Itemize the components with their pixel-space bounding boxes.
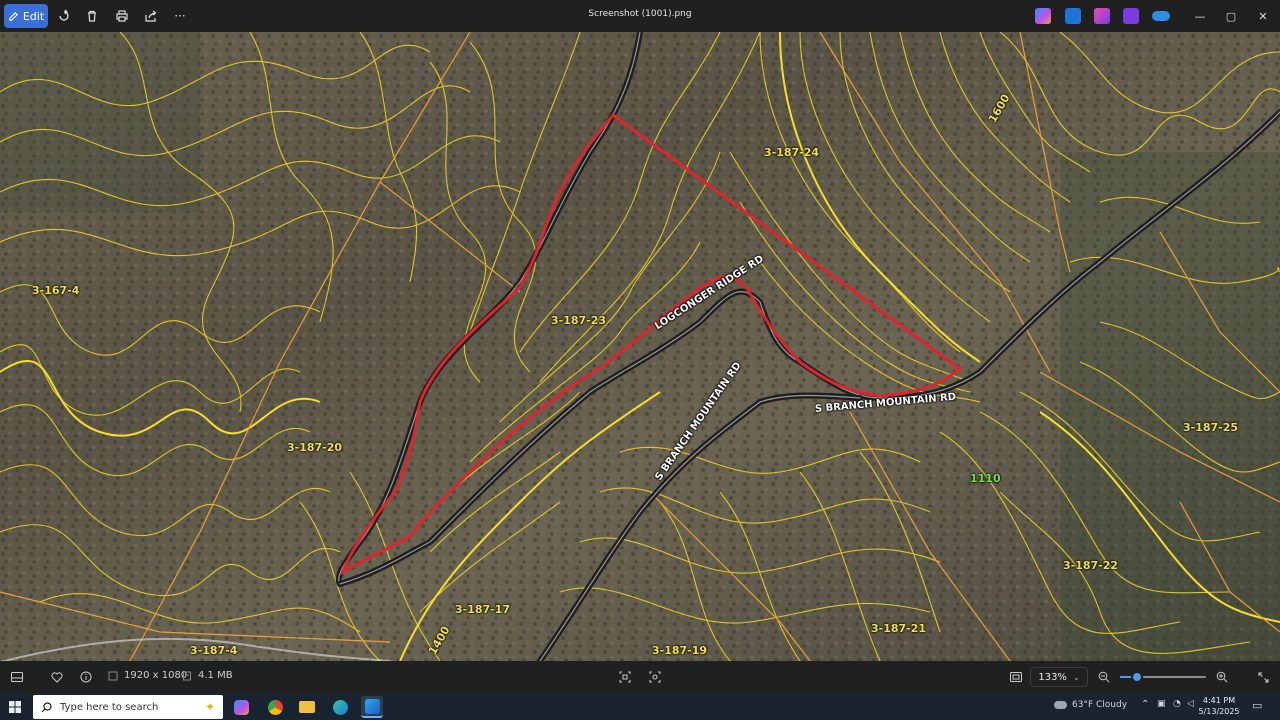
start-button[interactable] — [4, 697, 26, 717]
designer-icon[interactable] — [1094, 8, 1110, 24]
file-info-button[interactable] — [78, 669, 94, 685]
dimensions-value: 1920 x 1080 — [124, 670, 188, 681]
clock-date: 5/13/2025 — [1198, 707, 1240, 716]
close-button[interactable]: ✕ — [1252, 6, 1274, 26]
zoom-in-button[interactable] — [1214, 669, 1230, 685]
rotate-icon — [59, 9, 69, 21]
parcel-label: 3-187-17 — [455, 603, 511, 616]
parcel-label: 3-187-22 — [1063, 559, 1119, 572]
more-options-button[interactable]: ··· — [170, 6, 190, 26]
rotate-button[interactable] — [54, 6, 74, 26]
clock-time: 4:41 PM — [1202, 696, 1236, 705]
meet-now-icon[interactable]: ▣ — [1157, 699, 1166, 709]
taskbar-chrome[interactable] — [264, 696, 286, 718]
network-icon[interactable]: ◔ — [1173, 699, 1181, 709]
edit-icon — [9, 11, 18, 21]
zoom-slider-thumb[interactable] — [1131, 671, 1144, 683]
zoom-level-dropdown[interactable]: 133% ⌄ — [1030, 667, 1088, 687]
taskbar-file-explorer[interactable] — [296, 696, 318, 718]
title-bar: Edit ··· Screenshot (1001).png — ▢ ✕ — [0, 0, 1280, 32]
maximize-button[interactable]: ▢ — [1220, 6, 1242, 26]
taskbar-photos[interactable] — [361, 696, 383, 718]
zoom-out-icon — [1098, 671, 1110, 683]
filmstrip-toggle-button[interactable] — [9, 669, 25, 685]
image-dimensions: 1920 x 1080 — [108, 670, 187, 681]
edit-button[interactable]: Edit — [4, 4, 48, 28]
share-button[interactable] — [141, 6, 161, 26]
photos-icon — [364, 698, 380, 714]
share-icon — [145, 10, 157, 22]
edge-icon — [332, 699, 348, 715]
spot-elevation-label: 1110 — [970, 472, 1001, 485]
weather-text: 63°F Cloudy — [1072, 700, 1128, 710]
photoshop-express-icon[interactable] — [1065, 8, 1081, 24]
folder-icon — [299, 701, 315, 713]
crop-icon — [619, 671, 631, 683]
evergreen-area — [1060, 152, 1280, 661]
cloudy-icon — [1054, 701, 1067, 709]
info-icon — [80, 671, 92, 683]
expand-icon — [1258, 672, 1268, 682]
file-size-value: 4.1 MB — [198, 670, 233, 681]
status-bar: 1920 x 1080 4.1 MB 133% ⌄ — [0, 661, 1280, 693]
zoom-slider[interactable] — [1120, 671, 1206, 683]
minimize-button[interactable]: — — [1189, 6, 1211, 26]
file-size-icon — [183, 671, 191, 680]
copilot-icon[interactable] — [1035, 8, 1051, 24]
search-highlight-icon: ✦ — [204, 700, 215, 714]
dimensions-icon — [108, 671, 118, 680]
taskbar-copilot[interactable] — [230, 696, 252, 718]
taskbar-edge[interactable] — [329, 696, 351, 718]
parcel-label: 3-187-21 — [871, 622, 927, 635]
parcel-label: 3-187-25 — [1183, 421, 1239, 434]
parcel-label: 3-187-19 — [652, 644, 708, 657]
windows-logo-icon — [9, 701, 21, 713]
full-screen-button[interactable] — [1255, 669, 1271, 685]
zoom-out-button[interactable] — [1096, 669, 1112, 685]
print-button[interactable] — [112, 6, 132, 26]
delete-button[interactable] — [82, 6, 102, 26]
taskbar-clock[interactable]: 4:41 PM 5/13/2025 — [1196, 695, 1242, 717]
windows-taskbar: Type here to search ✦ 63°F Cloudy ⌃ ▣ ◔ … — [0, 693, 1280, 720]
clipchamp-icon[interactable] — [1123, 8, 1139, 24]
visual-search-button[interactable] — [647, 669, 663, 685]
printer-icon — [116, 10, 128, 22]
visual-search-icon — [649, 671, 661, 683]
weather-widget[interactable]: 63°F Cloudy — [1054, 700, 1127, 710]
photos-app-window: Edit ··· Screenshot (1001).png — ▢ ✕ 3-1… — [0, 0, 1280, 720]
volume-icon[interactable]: ◁ — [1187, 699, 1194, 709]
copilot-icon — [233, 699, 249, 715]
image-viewport[interactable]: 3-187-24 3-167-4 3-187-23 3-187-20 3-187… — [0, 32, 1280, 661]
parcel-label: 3-187-24 — [764, 146, 820, 159]
heart-icon — [51, 671, 63, 683]
parcel-label: 3-187-4 — [190, 644, 238, 657]
notification-icon[interactable]: ▭ — [1252, 699, 1262, 712]
favorite-button[interactable] — [49, 669, 65, 685]
window-title: Screenshot (1001).png — [588, 9, 692, 19]
file-size: 4.1 MB — [182, 670, 233, 681]
zoom-level-value: 133% — [1038, 671, 1067, 683]
zoom-in-icon — [1216, 671, 1228, 683]
onedrive-icon[interactable] — [1152, 11, 1170, 21]
search-placeholder: Type here to search — [60, 701, 159, 713]
parcel-label: 3-187-20 — [287, 441, 343, 454]
filmstrip-icon — [11, 672, 23, 682]
trash-icon — [88, 10, 96, 22]
parcel-label: 3-187-23 — [551, 314, 607, 327]
crop-button[interactable] — [617, 669, 633, 685]
parcel-label: 3-167-4 — [32, 284, 80, 297]
search-icon — [41, 701, 52, 712]
chrome-icon — [267, 699, 283, 715]
evergreen-area — [0, 32, 200, 212]
fit-to-window-button[interactable] — [1008, 669, 1024, 685]
chevron-down-icon: ⌄ — [1072, 672, 1080, 682]
edit-label: Edit — [22, 9, 45, 23]
show-hidden-icons-button[interactable]: ⌃ — [1141, 699, 1149, 710]
fit-window-icon — [1010, 672, 1022, 682]
taskbar-search-box[interactable]: Type here to search ✦ — [33, 695, 223, 719]
